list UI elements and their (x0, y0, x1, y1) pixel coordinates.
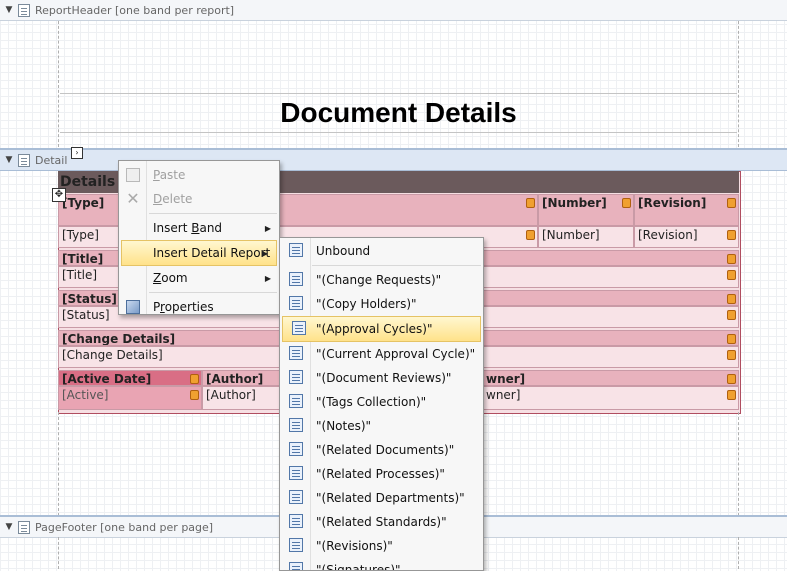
submenu-arrow-icon: ▶ (264, 273, 271, 283)
flag-icon (727, 374, 736, 384)
flag-icon (190, 374, 199, 384)
document-icon (292, 321, 306, 335)
smart-tag-icon[interactable]: › (71, 147, 83, 159)
owner-header-cell[interactable]: wner] (482, 370, 739, 386)
number-value-cell[interactable]: [Number] (538, 226, 634, 248)
submenu-item[interactable]: "(Document Reviews)" (280, 366, 483, 390)
document-icon (289, 394, 303, 408)
document-icon (289, 514, 303, 528)
submenu-arrow-icon: ▶ (264, 223, 271, 233)
band-icon (18, 520, 30, 534)
menu-item-label: Delete (153, 192, 193, 206)
document-icon (289, 562, 303, 570)
delete-icon: ✕ (126, 189, 140, 208)
submenu-item[interactable]: "(Revisions)" (280, 534, 483, 558)
document-icon (289, 346, 303, 360)
flag-icon (727, 294, 736, 304)
flag-icon (727, 198, 736, 208)
submenu-item[interactable]: "(Related Standards)" (280, 510, 483, 534)
flag-icon (727, 350, 736, 360)
menu-item-label: Properties (153, 300, 214, 314)
submenu-item[interactable]: "(Signatures)" (280, 558, 483, 570)
band-icon (18, 3, 30, 17)
flag-icon (190, 390, 199, 400)
flag-icon (727, 270, 736, 280)
band-label: ReportHeader [one band per report] (35, 3, 235, 17)
flag-icon (727, 334, 736, 344)
document-icon (289, 490, 303, 504)
right-margin-guide (738, 537, 739, 569)
flag-icon (727, 310, 736, 320)
report-header-band[interactable]: ▼ ReportHeader [one band per report] (0, 0, 787, 21)
paste-icon (126, 168, 140, 182)
menu-item-insert-detail-report[interactable]: Insert Detail Report ▶ (121, 240, 277, 266)
active-date-header-cell[interactable]: [Active Date] (58, 370, 202, 386)
right-margin-guide (738, 21, 739, 147)
document-icon (289, 418, 303, 432)
band-icon (18, 153, 30, 167)
submenu-item[interactable]: "(Tags Collection)" (280, 390, 483, 414)
flag-icon (622, 198, 631, 208)
document-icon (289, 370, 303, 384)
document-icon (289, 538, 303, 552)
menu-item-label: Insert Band (153, 221, 223, 235)
right-margin-guide (738, 412, 739, 516)
submenu-item[interactable]: "(Notes)" (280, 414, 483, 438)
submenu-item[interactable]: "(Related Departments)" (280, 486, 483, 510)
menu-item-zoom[interactable]: Zoom ▶ (119, 266, 279, 290)
collapse-arrow-icon[interactable]: ▼ (2, 5, 16, 15)
menu-item-label: Paste (153, 168, 186, 182)
band-label: Detail (35, 153, 68, 167)
menu-item-properties[interactable]: Properties (119, 295, 279, 319)
submenu-item[interactable]: "(Related Documents)" (280, 438, 483, 462)
submenu-item-highlighted[interactable]: "(Approval Cycles)" (282, 316, 481, 342)
document-icon (289, 272, 303, 286)
revision-value-cell[interactable]: [Revision] (634, 226, 739, 248)
document-icon (289, 243, 303, 257)
left-margin-guide (58, 21, 59, 147)
flag-icon (727, 390, 736, 400)
properties-icon (126, 300, 140, 314)
submenu-item[interactable]: "(Related Processes)" (280, 462, 483, 486)
owner-value-cell[interactable]: wner] (482, 386, 739, 410)
submenu-item[interactable]: "(Change Requests)" (280, 268, 483, 292)
submenu-arrow-icon: ▶ (261, 248, 268, 258)
submenu-item[interactable]: "(Current Approval Cycle)" (280, 342, 483, 366)
left-margin-guide (58, 537, 59, 569)
document-icon (289, 442, 303, 456)
flag-icon (727, 254, 736, 264)
collapse-arrow-icon[interactable]: ▼ (2, 155, 16, 165)
left-margin-guide (58, 412, 59, 516)
menu-item-paste[interactable]: Paste (119, 163, 279, 187)
menu-item-label: Zoom (153, 271, 188, 285)
submenu-item[interactable]: Unbound (280, 239, 483, 263)
collapse-arrow-icon[interactable]: ▼ (2, 522, 16, 532)
active-value-cell[interactable]: [Active] (58, 386, 202, 410)
number-header-cell[interactable]: [Number] (538, 194, 634, 226)
report-title[interactable]: Document Details (60, 93, 737, 133)
context-menu: Paste ✕ Delete Insert Band ▶ Insert Deta… (118, 160, 280, 315)
menu-item-insert-band[interactable]: Insert Band ▶ (119, 216, 279, 240)
document-icon (289, 466, 303, 480)
menu-item-label: Insert Detail Report (153, 246, 271, 260)
flag-icon (727, 230, 736, 240)
flag-icon (526, 230, 535, 240)
document-icon (289, 296, 303, 310)
detail-report-submenu: Unbound "(Change Requests)" "(Copy Holde… (279, 237, 484, 571)
move-handle-icon[interactable]: ✥ (52, 188, 66, 202)
submenu-item[interactable]: "(Copy Holders)" (280, 292, 483, 316)
flag-icon (526, 198, 535, 208)
revision-header-cell[interactable]: [Revision] (634, 194, 739, 226)
menu-item-delete[interactable]: ✕ Delete (119, 187, 279, 211)
band-label: PageFooter [one band per page] (35, 520, 214, 534)
